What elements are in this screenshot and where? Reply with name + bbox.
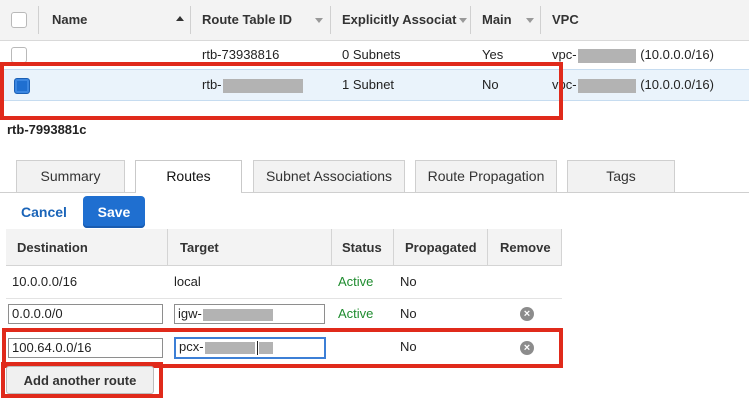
row-vpc: vpc- (10.0.0.0/16): [552, 71, 714, 99]
route-propagated: No: [400, 274, 417, 289]
remove-route-icon[interactable]: ×: [520, 307, 534, 321]
target-prefix: pcx-: [179, 339, 204, 354]
route-status: Active: [338, 306, 374, 321]
route-row: 10.0.0.0/16 local Active No: [6, 266, 562, 299]
route-row: 0.0.0.0/0 igw- Active No ×: [6, 298, 562, 330]
destination-input[interactable]: 0.0.0.0/0: [8, 304, 163, 324]
route-target: local: [174, 274, 201, 289]
routes-header-target: Target: [168, 229, 332, 266]
redacted-block: [202, 308, 273, 321]
redacted-block: [204, 341, 255, 354]
row-checkbox-checked[interactable]: [14, 78, 30, 94]
route-status: Active: [338, 274, 374, 289]
target-input[interactable]: igw-: [174, 304, 325, 324]
row-vpc: vpc- (10.0.0.0/16): [552, 41, 714, 69]
row-route-table-id: rtb-73938816: [202, 47, 280, 62]
tab-summary[interactable]: Summary: [16, 160, 125, 192]
destination-input[interactable]: 100.64.0.0/16: [8, 338, 163, 358]
row-main: Yes: [482, 47, 504, 62]
column-header-main[interactable]: Main: [482, 0, 512, 40]
column-separator: [38, 6, 39, 34]
target-input-focused[interactable]: pcx-: [174, 337, 326, 359]
route-row: 100.64.0.0/16 pcx- No ×: [6, 329, 562, 363]
cancel-button[interactable]: Cancel: [21, 204, 67, 220]
column-header-route-table-id[interactable]: Route Table ID: [202, 0, 292, 40]
vpc-prefix: vpc-: [552, 47, 577, 62]
column-header-name[interactable]: Name: [52, 0, 87, 40]
remove-route-icon[interactable]: ×: [520, 341, 534, 355]
column-separator: [190, 6, 191, 34]
active-tab-gap: [136, 191, 241, 193]
route-destination: 10.0.0.0/16: [12, 274, 78, 289]
tab-route-propagation[interactable]: Route Propagation: [415, 160, 557, 192]
row-checkbox[interactable]: [11, 47, 27, 63]
row-explicit-associations: 0 Subnets: [342, 47, 401, 62]
column-separator: [470, 6, 471, 34]
selected-route-table-id: rtb-7993881c: [7, 122, 87, 137]
tab-tags[interactable]: Tags: [567, 160, 675, 192]
route-propagated: No: [400, 306, 417, 321]
add-another-route-button[interactable]: Add another route: [6, 366, 154, 394]
column-header-vpc[interactable]: VPC: [552, 0, 579, 40]
tab-routes[interactable]: Routes: [135, 160, 242, 193]
tab-subnet-associations[interactable]: Subnet Associations: [253, 160, 405, 192]
row-route-table-id: rtb-: [202, 71, 304, 99]
sort-icon[interactable]: [526, 18, 534, 23]
route-table-header: Name Route Table ID Explicitly Associat …: [0, 0, 749, 41]
sort-icon[interactable]: [315, 18, 323, 23]
row-explicit-associations: 1 Subnet: [342, 77, 395, 92]
vpc-prefix: vpc-: [552, 77, 577, 92]
routes-header-remove: Remove: [488, 229, 562, 266]
route-table-row[interactable]: rtb-73938816 0 Subnets Yes vpc- (10.0.0.…: [0, 41, 749, 70]
save-button[interactable]: Save: [83, 196, 145, 228]
row-main: No: [482, 77, 499, 92]
target-prefix: igw-: [178, 306, 202, 321]
column-header-explicitly-associated[interactable]: Explicitly Associat: [342, 0, 460, 40]
vpc-cidr: (10.0.0.0/16): [640, 47, 714, 62]
column-separator: [540, 6, 541, 34]
vpc-cidr: (10.0.0.0/16): [640, 77, 714, 92]
routes-header-propagated: Propagated: [394, 229, 488, 266]
redacted-block: [577, 48, 636, 63]
select-all-checkbox[interactable]: [11, 12, 27, 28]
column-separator: [330, 6, 331, 34]
redacted-block: [577, 78, 636, 93]
sort-icon[interactable]: [459, 18, 467, 23]
routes-header-destination: Destination: [6, 229, 168, 266]
tab-divider: [0, 192, 749, 193]
route-propagated: No: [400, 339, 417, 354]
sort-ascending-icon[interactable]: [176, 16, 184, 21]
text-caret: [256, 340, 258, 355]
redacted-block: [258, 341, 273, 354]
routes-header-status: Status: [332, 229, 394, 266]
route-table-row-selected[interactable]: rtb- 1 Subnet No vpc- (10.0.0.0/16): [0, 69, 749, 101]
redacted-block: [222, 78, 303, 93]
route-table-id-prefix: rtb-: [202, 77, 222, 92]
